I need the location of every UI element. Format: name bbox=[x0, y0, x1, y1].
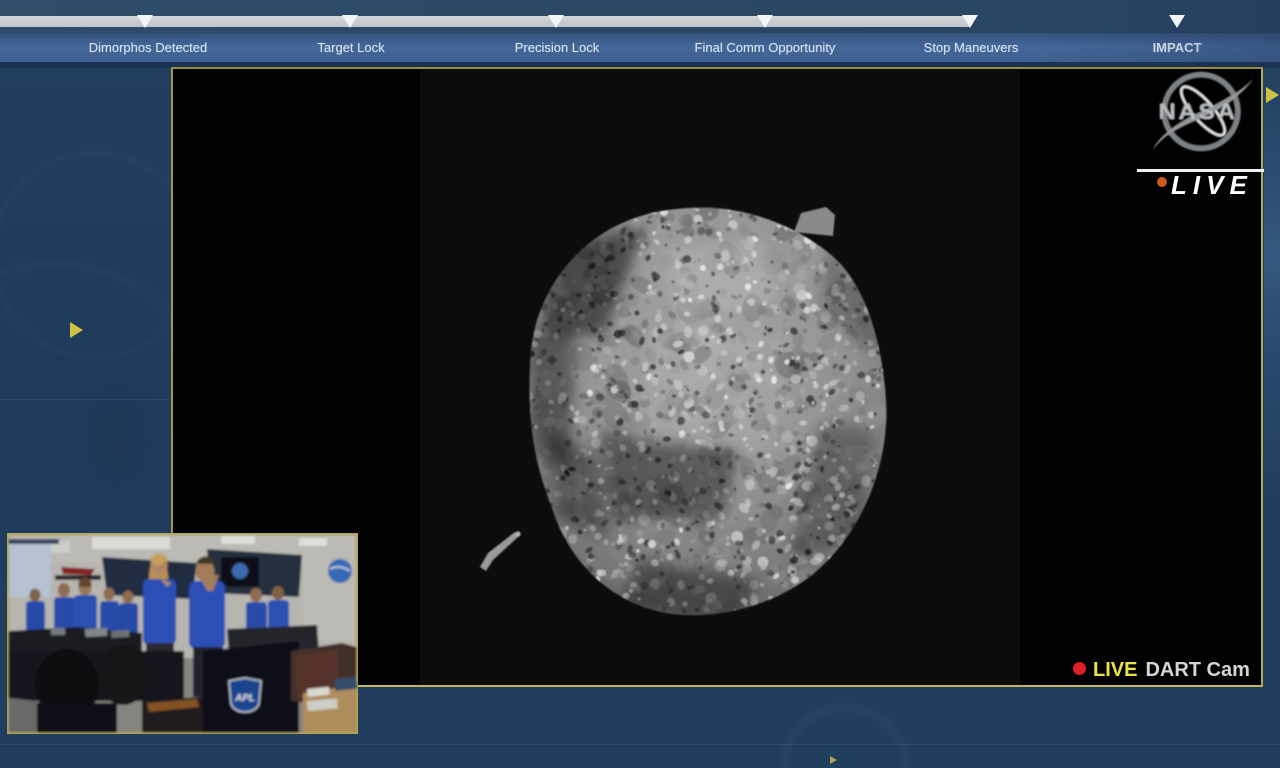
svg-text:NASA: NASA bbox=[1158, 99, 1238, 124]
